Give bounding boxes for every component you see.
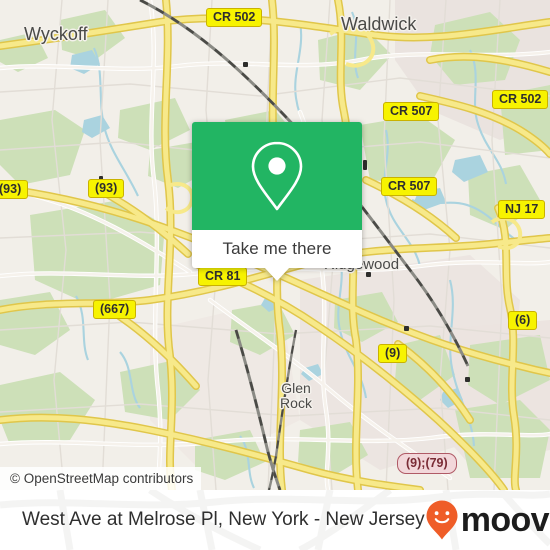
road-shield-9-79[interactable]: (9);(79)	[397, 453, 457, 474]
map-pin-icon	[251, 141, 303, 211]
footer-bar: West Ave at Melrose Pl, New York - New J…	[0, 490, 550, 550]
map-screenshot: Wyckoff Waldwick Ridgewood GlenRock CR 5…	[0, 0, 550, 550]
callout-header	[192, 122, 362, 230]
road-shield-cr-502-north[interactable]: CR 502	[206, 8, 263, 27]
location-title: West Ave at Melrose Pl, New York - New J…	[22, 509, 425, 530]
road-shield-cr-507-mid[interactable]: CR 507	[381, 177, 438, 196]
map-canvas[interactable]: Wyckoff Waldwick Ridgewood GlenRock CR 5…	[0, 0, 550, 490]
callout-footer[interactable]: Take me there	[192, 230, 362, 281]
callout-pointer-tail	[264, 267, 290, 281]
take-me-there-label: Take me there	[222, 239, 332, 258]
moovit-smiley-pin-icon	[426, 500, 458, 540]
location-callout-card[interactable]: Take me there	[192, 122, 362, 281]
moovit-logo[interactable]: moovit	[425, 499, 550, 541]
road-shield-cr-507-north[interactable]: CR 507	[383, 102, 440, 121]
osm-attribution-text: © OpenStreetMap contributors	[10, 471, 194, 486]
road-shield-cr-81[interactable]: CR 81	[198, 267, 248, 286]
moovit-wordmark: moovit	[460, 501, 550, 539]
road-shield-nj-17[interactable]: NJ 17	[498, 200, 546, 219]
road-shield-6[interactable]: (6)	[508, 311, 538, 330]
road-shield-9[interactable]: (9)	[378, 344, 408, 363]
road-shield-93-west[interactable]: (93)	[0, 180, 29, 199]
road-shield-667[interactable]: (667)	[93, 300, 137, 319]
road-shield-cr-502-east[interactable]: CR 502	[492, 90, 549, 109]
osm-attribution[interactable]: © OpenStreetMap contributors	[0, 467, 202, 490]
road-shield-93-center[interactable]: (93)	[88, 179, 125, 198]
